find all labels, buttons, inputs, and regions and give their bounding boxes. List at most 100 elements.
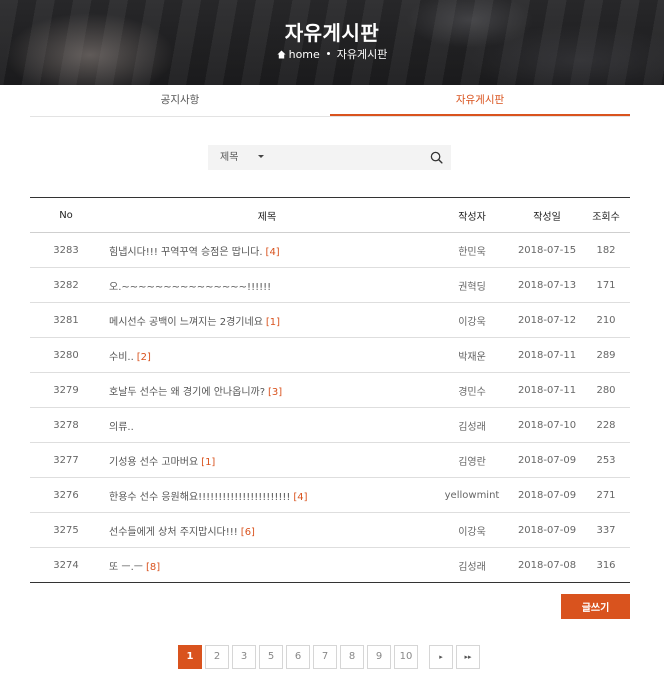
post-number: 3278 <box>30 407 102 443</box>
comment-count: [3] <box>268 386 283 398</box>
post-number: 3281 <box>30 302 102 338</box>
search-field-label: 제목 <box>220 152 239 163</box>
post-title-cell: 또 ㅡ.ㅡ [8] <box>102 547 432 583</box>
post-number: 3277 <box>30 442 102 478</box>
post-views: 253 <box>582 442 630 478</box>
double-chevron-right-icon: ▸▸ <box>464 653 472 661</box>
page-link-6[interactable]: 6 <box>286 645 310 669</box>
page-link-2[interactable]: 2 <box>205 645 229 669</box>
last-page-button[interactable]: ▸▸ <box>456 645 480 669</box>
table-header-row: No 제목 작성자 작성일 조회수 <box>30 197 630 233</box>
column-header-no: No <box>30 197 102 233</box>
post-views: 171 <box>582 267 630 303</box>
post-date: 2018-07-09 <box>512 512 582 548</box>
breadcrumb-current: 자유게시판 <box>336 48 388 61</box>
post-date: 2018-07-09 <box>512 442 582 478</box>
post-date: 2018-07-12 <box>512 302 582 338</box>
post-author: 이강욱 <box>432 512 512 548</box>
write-post-button[interactable]: 글쓰기 <box>561 594 630 619</box>
post-title-cell: 선수들에게 상처 주지맙시다!!! [6] <box>102 512 432 548</box>
table-row[interactable]: 3280 수비.. [2] 박재운 2018-07-11 289 <box>30 337 630 373</box>
post-views: 182 <box>582 232 630 268</box>
post-views: 228 <box>582 407 630 443</box>
caret-down-icon <box>258 155 265 158</box>
table-row[interactable]: 3279 호날두 선수는 왜 경기에 안나옵니까? [3] 경민수 2018-07-11… <box>30 372 630 408</box>
post-views: 289 <box>582 337 630 373</box>
column-header-author: 작성자 <box>432 197 512 233</box>
page-link-9[interactable]: 9 <box>367 645 391 669</box>
post-number: 3282 <box>30 267 102 303</box>
comment-count: [2] <box>136 351 151 363</box>
search-field-select[interactable]: 제목 <box>220 145 265 170</box>
post-title-link[interactable]: 오.~~~~~~~~~~~~~~~!!!!!! <box>109 282 271 293</box>
table-row[interactable]: 3275 선수들에게 상처 주지맙시다!!! [6] 이강욱 2018-07-09 337 <box>30 512 630 548</box>
post-title-link[interactable]: 의류.. <box>109 422 134 433</box>
post-date: 2018-07-13 <box>512 267 582 303</box>
post-title-link[interactable]: 기성용 선수 고마버요 <box>109 457 198 468</box>
column-header-views: 조회수 <box>582 197 630 233</box>
post-views: 210 <box>582 302 630 338</box>
table-row[interactable]: 3278 의류.. 김성래 2018-07-10 228 <box>30 407 630 443</box>
post-title-cell: 기성용 선수 고마버요 [1] <box>102 442 432 478</box>
search-icon[interactable] <box>430 151 443 164</box>
post-title-link[interactable]: 힘냅시다!!! 꾸역꾸역 승점은 땁니다. <box>109 247 263 258</box>
column-header-date: 작성일 <box>512 197 582 233</box>
page-link-10[interactable]: 10 <box>394 645 418 669</box>
post-date: 2018-07-09 <box>512 477 582 513</box>
post-views: 271 <box>582 477 630 513</box>
table-row[interactable]: 3281 메시선수 공백이 느껴지는 2경기네요 [1] 이강욱 2018-07-12 2… <box>30 302 630 338</box>
post-number: 3274 <box>30 547 102 583</box>
column-header-title: 제목 <box>102 197 432 233</box>
post-title-link[interactable]: 호날두 선수는 왜 경기에 안나옵니까? <box>109 387 265 398</box>
post-number: 3275 <box>30 512 102 548</box>
search-bar: 제목 <box>208 145 451 170</box>
post-title-link[interactable]: 한용수 선수 응원해요!!!!!!!!!!!!!!!!!!!!!!! <box>109 492 290 503</box>
comment-count: [1] <box>201 456 216 468</box>
post-date: 2018-07-08 <box>512 547 582 583</box>
post-title-cell: 오.~~~~~~~~~~~~~~~!!!!!! <box>102 267 432 303</box>
table-row[interactable]: 3283 힘냅시다!!! 꾸역꾸역 승점은 땁니다. [4] 한민욱 2018-07-1… <box>30 232 630 268</box>
page-link-1[interactable]: 1 <box>178 645 202 669</box>
tab-notice[interactable]: 공지사항 <box>30 85 330 116</box>
table-row[interactable]: 3276 한용수 선수 응원해요!!!!!!!!!!!!!!!!!!!!!!! [4… <box>30 477 630 513</box>
comment-count: [6] <box>240 526 255 538</box>
post-date: 2018-07-15 <box>512 232 582 268</box>
breadcrumb-home[interactable]: home <box>289 48 320 61</box>
page-link-7[interactable]: 7 <box>313 645 337 669</box>
post-table: No 제목 작성자 작성일 조회수 3283 힘냅시다!!! 꾸역꾸역 승점은 땁… <box>30 197 630 583</box>
post-number: 3276 <box>30 477 102 513</box>
post-title-link[interactable]: 메시선수 공백이 느껴지는 2경기네요 <box>109 317 263 328</box>
page-link-3[interactable]: 3 <box>232 645 256 669</box>
search-input[interactable] <box>280 148 420 167</box>
breadcrumb: home 자유게시판 <box>0 46 664 62</box>
page-link-8[interactable]: 8 <box>340 645 364 669</box>
post-author: 경민수 <box>432 372 512 408</box>
page-link-5[interactable]: 5 <box>259 645 283 669</box>
page-title: 자유게시판 <box>284 21 380 45</box>
table-row[interactable]: 3274 또 ㅡ.ㅡ [8] 김성래 2018-07-08 316 <box>30 547 630 583</box>
post-author: 권혁딩 <box>432 267 512 303</box>
post-number: 3280 <box>30 337 102 373</box>
post-title-cell: 힘냅시다!!! 꾸역꾸역 승점은 땁니다. [4] <box>102 232 432 268</box>
post-title-cell: 의류.. <box>102 407 432 443</box>
next-page-button[interactable]: ▸ <box>429 645 453 669</box>
post-title-cell: 메시선수 공백이 느껴지는 2경기네요 [1] <box>102 302 432 338</box>
board-tabs: 공지사항 자유게시판 <box>30 85 630 117</box>
chevron-right-icon: ▸ <box>439 653 443 661</box>
post-title-link[interactable]: 수비.. <box>109 352 134 363</box>
post-title-link[interactable]: 또 ㅡ.ㅡ <box>109 562 143 573</box>
post-title-link[interactable]: 선수들에게 상처 주지맙시다!!! <box>109 527 238 538</box>
post-views: 337 <box>582 512 630 548</box>
table-row[interactable]: 3282 오.~~~~~~~~~~~~~~~!!!!!! 권혁딩 2018-07-13… <box>30 267 630 303</box>
post-date: 2018-07-11 <box>512 337 582 373</box>
post-title-cell: 호날두 선수는 왜 경기에 안나옵니까? [3] <box>102 372 432 408</box>
table-row[interactable]: 3277 기성용 선수 고마버요 [1] 김영란 2018-07-09 253 <box>30 442 630 478</box>
post-author: yellowmint <box>432 477 512 513</box>
post-views: 280 <box>582 372 630 408</box>
post-date: 2018-07-11 <box>512 372 582 408</box>
post-author: 이강욱 <box>432 302 512 338</box>
post-views: 316 <box>582 547 630 583</box>
post-date: 2018-07-10 <box>512 407 582 443</box>
breadcrumb-separator <box>326 52 330 55</box>
tab-free-board[interactable]: 자유게시판 <box>330 85 630 116</box>
